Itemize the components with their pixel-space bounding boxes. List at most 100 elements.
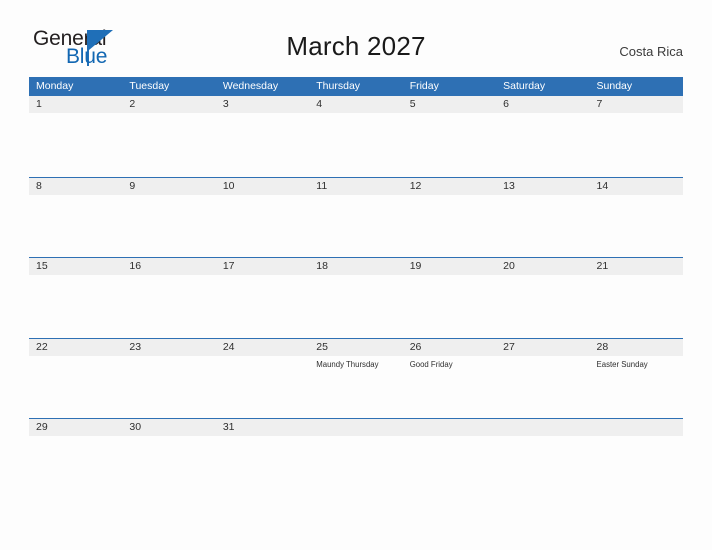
- weekday-header-wednesday: Wednesday: [222, 80, 279, 92]
- page-title: March 2027: [286, 31, 426, 61]
- calendar-day-cell[interactable]: 17: [216, 258, 309, 338]
- day-number: 24: [222, 340, 235, 353]
- calendar-day-cell[interactable]: 2: [122, 96, 215, 177]
- holiday-label: Easter Sunday: [596, 359, 648, 369]
- day-events: [503, 356, 589, 359]
- country-label: Costa Rica: [619, 44, 683, 59]
- day-number: 18: [316, 260, 328, 272]
- day-number: 15: [36, 260, 48, 272]
- day-number: 22: [36, 340, 48, 353]
- day-number: 26: [409, 340, 422, 353]
- weekday-header-tuesday: Tuesday: [129, 80, 170, 92]
- week-day-cells: 22 23 24 25 Maundy Thursday 26 Good Friday 27 28…: [29, 339, 683, 419]
- day-events: [316, 275, 402, 278]
- day-number: 20: [503, 260, 515, 272]
- calendar-day-cell[interactable]: 19: [403, 258, 496, 338]
- calendar-day-cell[interactable]: [590, 419, 683, 499]
- day-number: 12: [409, 179, 422, 192]
- day-number: 14: [596, 179, 609, 192]
- calendar-day-cell[interactable]: 30: [122, 419, 215, 499]
- calendar-day-cell[interactable]: 28 Easter Sunday: [590, 339, 683, 419]
- day-number: 5: [409, 98, 416, 110]
- day-events: [597, 113, 683, 116]
- week-day-cells: 1 2 3 4 5 6 7: [29, 96, 683, 177]
- day-number: 11: [316, 179, 328, 192]
- day-number: 4: [316, 98, 323, 110]
- day-events: [410, 195, 496, 198]
- day-number: 2: [129, 98, 136, 110]
- day-number: [597, 419, 683, 436]
- weekday-header-sunday: Sunday: [596, 80, 633, 92]
- day-events: [503, 195, 589, 198]
- day-events: [410, 436, 496, 439]
- page-header: General Blue March 2027 Costa Rica: [0, 0, 712, 76]
- day-events: [316, 436, 402, 439]
- calendar-day-cell[interactable]: 12: [403, 178, 496, 258]
- calendar-day-cell[interactable]: 7: [590, 96, 683, 177]
- calendar-day-cell[interactable]: 14: [590, 178, 683, 258]
- calendar-day-cell[interactable]: [309, 419, 402, 499]
- calendar-weeks: 1 2 3 4 5 6 7 8 9 10 11 12 13 14 15 16 17 18 19 20 21 22 23 24 2…: [29, 96, 683, 499]
- calendar-week-row: 15 16 17 18 19 20 21: [29, 257, 683, 338]
- day-events: [129, 113, 215, 116]
- calendar-week-row: 29 30 31: [29, 418, 683, 499]
- day-events: Good Friday: [410, 356, 496, 370]
- day-events: [36, 195, 122, 198]
- day-events: Easter Sunday: [597, 356, 683, 370]
- calendar-day-cell[interactable]: 27: [496, 339, 589, 419]
- day-events: [410, 113, 496, 116]
- week-day-cells: 8 9 10 11 12 13 14: [29, 178, 683, 258]
- calendar-day-cell[interactable]: 23: [122, 339, 215, 419]
- day-number: 1: [36, 98, 42, 110]
- calendar-week-row: 22 23 24 25 Maundy Thursday 26 Good Friday 27 28…: [29, 337, 683, 419]
- calendar-week-row: 1 2 3 4 5 6 7: [29, 96, 683, 177]
- calendar-day-cell[interactable]: [496, 419, 589, 499]
- weekday-header-saturday: Saturday: [503, 80, 546, 92]
- calendar-day-cell[interactable]: 21: [590, 258, 683, 338]
- day-number: 21: [596, 260, 609, 272]
- day-events: [223, 436, 309, 439]
- calendar-day-cell[interactable]: 4: [309, 96, 402, 177]
- calendar-day-cell[interactable]: 29: [29, 419, 122, 499]
- calendar-day-cell[interactable]: [403, 419, 496, 499]
- calendar-day-cell[interactable]: 11: [309, 178, 402, 258]
- day-number: 16: [129, 260, 142, 272]
- day-number: 23: [129, 340, 142, 353]
- day-number: [410, 419, 496, 436]
- calendar-day-cell[interactable]: 8: [29, 178, 122, 258]
- day-number: 6: [503, 98, 509, 110]
- calendar-day-cell[interactable]: 10: [216, 178, 309, 258]
- calendar-day-cell[interactable]: 9: [122, 178, 215, 258]
- day-number: 28: [596, 340, 609, 353]
- calendar-day-cell[interactable]: 24: [216, 339, 309, 419]
- calendar-day-cell[interactable]: 16: [122, 258, 215, 338]
- calendar-day-cell[interactable]: 20: [496, 258, 589, 338]
- calendar-day-cell[interactable]: 26 Good Friday: [403, 339, 496, 419]
- calendar-day-cell[interactable]: 22: [29, 339, 122, 419]
- day-events: [503, 113, 589, 116]
- calendar-day-cell[interactable]: 5: [403, 96, 496, 177]
- calendar-day-cell[interactable]: 3: [216, 96, 309, 177]
- calendar-day-cell[interactable]: 25 Maundy Thursday: [309, 339, 402, 419]
- day-number: 27: [503, 340, 515, 353]
- day-events: [36, 275, 122, 278]
- day-number: 29: [36, 421, 48, 433]
- calendar-day-cell[interactable]: 1: [29, 96, 122, 177]
- calendar-day-cell[interactable]: 6: [496, 96, 589, 177]
- day-number: 17: [222, 260, 235, 272]
- calendar-day-cell[interactable]: 18: [309, 258, 402, 338]
- day-events: [36, 436, 122, 439]
- day-events: [316, 195, 402, 198]
- calendar-day-cell[interactable]: 13: [496, 178, 589, 258]
- day-number: 25: [316, 340, 328, 353]
- weekday-header-row: Monday Tuesday Wednesday Thursday Friday…: [29, 77, 683, 96]
- weekday-header-friday: Friday: [409, 80, 439, 92]
- day-number: 9: [129, 179, 136, 192]
- weekday-header-thursday: Thursday: [316, 80, 361, 92]
- week-day-cells: 29 30 31: [29, 419, 683, 499]
- calendar-day-cell[interactable]: 15: [29, 258, 122, 338]
- day-events: [223, 113, 309, 116]
- day-number: 3: [222, 98, 229, 110]
- day-events: [223, 356, 309, 359]
- calendar-day-cell[interactable]: 31: [216, 419, 309, 499]
